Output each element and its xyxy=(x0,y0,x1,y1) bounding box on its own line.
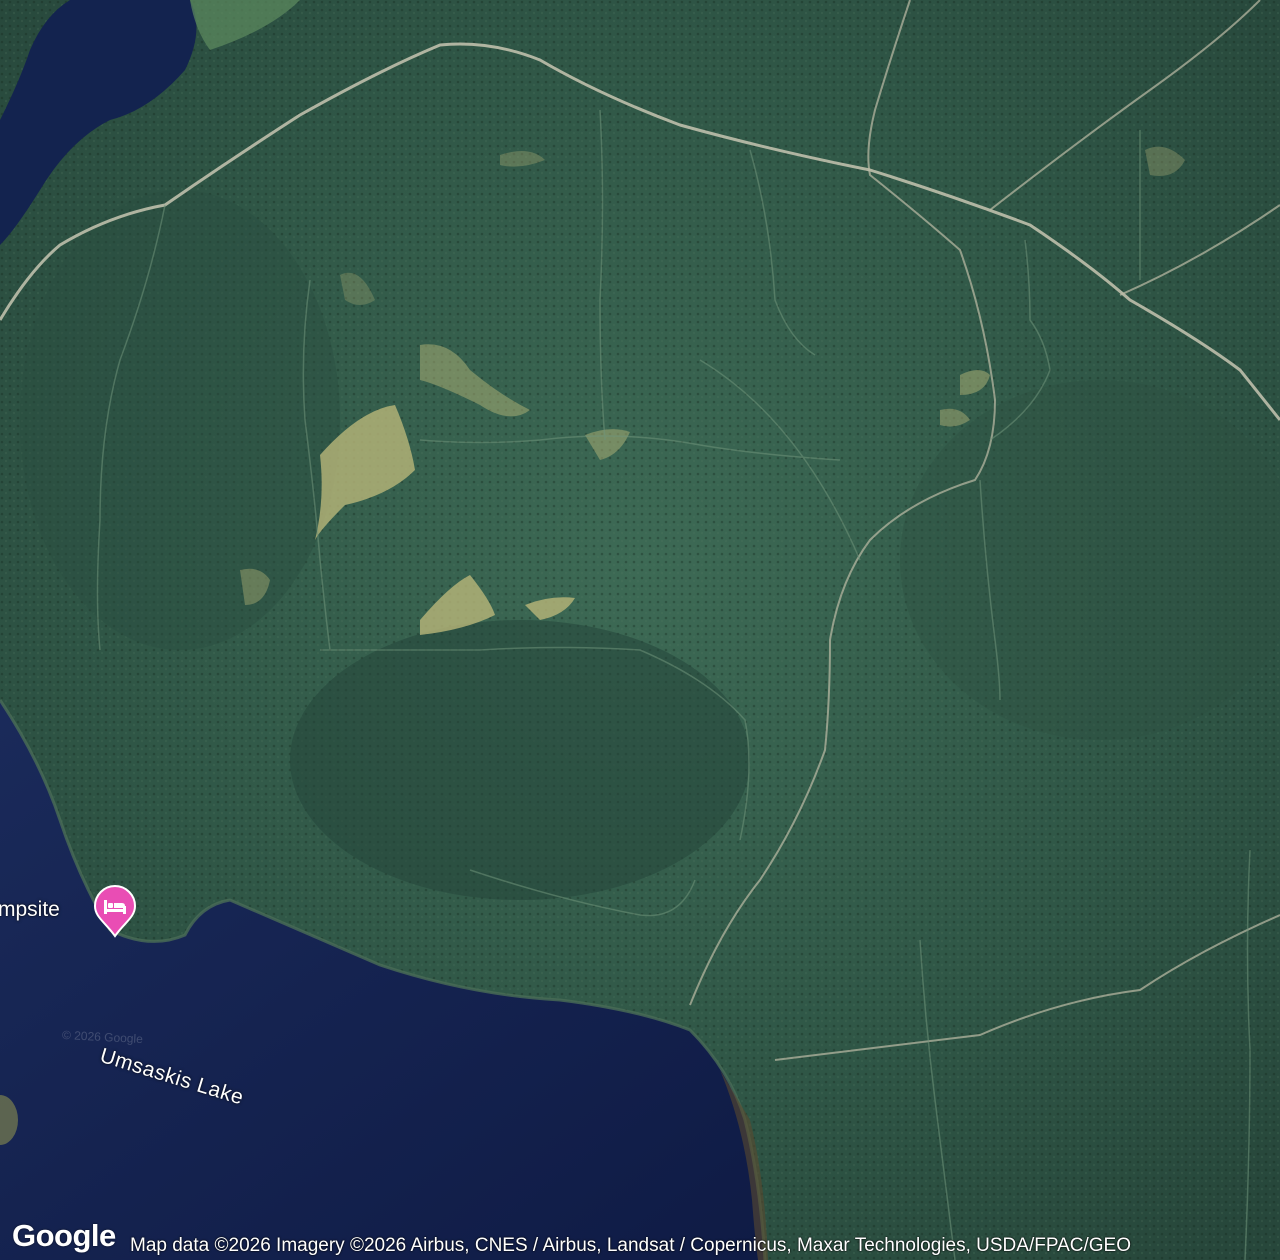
hotel-bed-icon[interactable] xyxy=(90,884,140,938)
map-attribution[interactable]: Map data ©2026 Imagery ©2026 Airbus, CNE… xyxy=(126,1232,1280,1260)
poi-label[interactable]: mpsite xyxy=(0,898,60,922)
satellite-map-view[interactable]: © 2026 Google Umsaskis Lake mpsite Googl… xyxy=(0,0,1280,1260)
google-logo: Google xyxy=(12,1218,116,1253)
